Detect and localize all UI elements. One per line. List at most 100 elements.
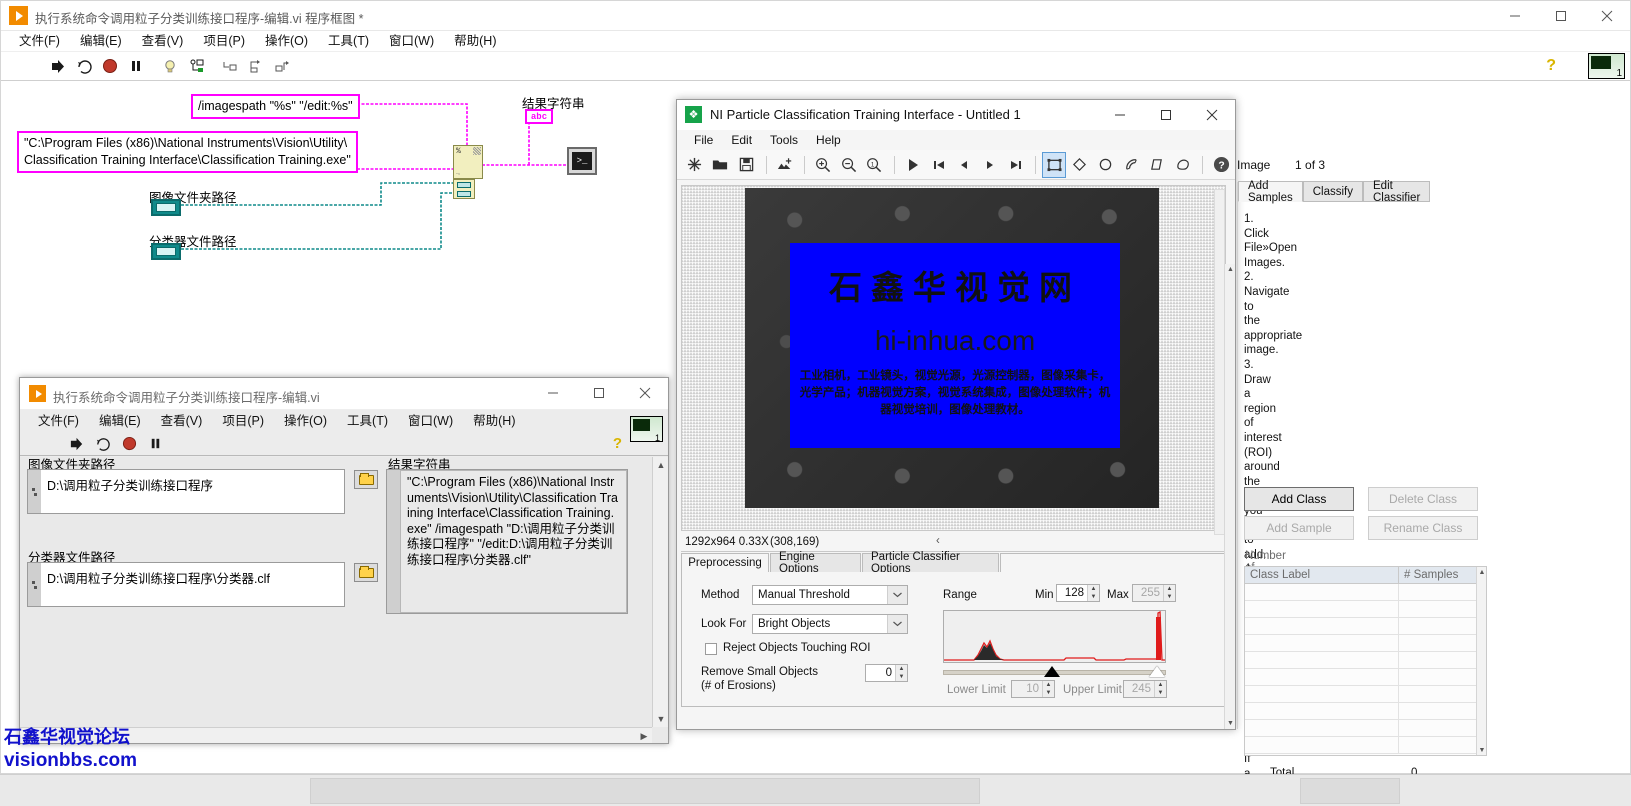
stepper-up-icon[interactable]: ▲ xyxy=(1155,681,1166,689)
format-into-string-node[interactable]: % ., xyxy=(453,145,483,179)
stepper-up-icon[interactable]: ▲ xyxy=(1043,681,1054,689)
samples-table[interactable]: Class Label # Samples ▲ ▼ xyxy=(1244,566,1487,756)
tab-preprocessing[interactable]: Preprocessing xyxy=(681,553,769,573)
abort-execution-icon[interactable] xyxy=(99,55,121,77)
classifier-browse-button[interactable] xyxy=(354,563,378,582)
scroll-right-icon[interactable]: ▶ xyxy=(636,728,652,744)
ni-window-vertical-scrollbar[interactable]: ▲ ▼ xyxy=(1224,264,1235,729)
stepper-down-icon[interactable]: ▼ xyxy=(1043,689,1054,697)
classifier-path-terminal[interactable] xyxy=(151,243,181,260)
stepper-down-icon[interactable]: ▼ xyxy=(1088,593,1099,601)
first-image-icon[interactable] xyxy=(927,152,951,178)
ni-menu-tools[interactable]: Tools xyxy=(761,130,807,150)
close-icon[interactable] xyxy=(1189,100,1235,130)
result-string-indicator[interactable]: "C:\Program Files (x86)\National Instrum… xyxy=(386,469,628,614)
classifier-path-control[interactable]: D:\调用粒子分类训练接口程序\分类器.clf xyxy=(27,562,345,607)
image-folder-path-terminal[interactable] xyxy=(151,199,181,216)
menu-help[interactable]: 帮助(H) xyxy=(444,31,506,52)
open-folder-icon[interactable] xyxy=(709,152,733,178)
stepper-down-icon[interactable]: ▼ xyxy=(896,673,907,681)
pause-icon[interactable] xyxy=(144,433,166,455)
upper-limit-stepper[interactable]: 245 ▲▼ xyxy=(1123,680,1167,698)
method-select[interactable]: Manual Threshold xyxy=(752,585,908,605)
highlight-execution-icon[interactable] xyxy=(159,55,181,77)
stepper-buttons[interactable]: ▲▼ xyxy=(1163,585,1175,601)
delete-class-button[interactable]: Delete Class xyxy=(1368,487,1478,511)
add-class-button[interactable]: Add Class xyxy=(1244,487,1354,511)
ni-menu-help[interactable]: Help xyxy=(807,130,850,150)
step-over-icon[interactable] xyxy=(245,55,267,77)
ni-menu-file[interactable]: File xyxy=(685,130,722,150)
scroll-up-icon[interactable]: ▲ xyxy=(1225,264,1236,275)
table-row[interactable] xyxy=(1245,584,1486,601)
lower-limit-value[interactable]: 10 xyxy=(1012,683,1042,695)
context-help-icon[interactable]: ? xyxy=(613,435,622,452)
roi-annulus-icon[interactable] xyxy=(1119,152,1143,178)
table-row[interactable] xyxy=(1245,618,1486,635)
format-node-inputs[interactable] xyxy=(453,179,475,199)
table-row[interactable] xyxy=(1245,686,1486,703)
maximize-icon[interactable] xyxy=(1143,100,1189,130)
menu-view[interactable]: 查看(V) xyxy=(132,31,194,52)
zoom-out-icon[interactable] xyxy=(837,152,861,178)
stepper-up-icon[interactable]: ▲ xyxy=(1088,585,1099,593)
min-threshold-stepper[interactable]: 128 ▲▼ xyxy=(1056,584,1100,602)
table-row[interactable] xyxy=(1245,737,1486,754)
minimize-icon[interactable] xyxy=(530,378,576,408)
scroll-up-icon[interactable]: ▲ xyxy=(653,457,669,473)
scroll-down-icon[interactable]: ▼ xyxy=(1477,745,1487,755)
remove-small-objects-stepper[interactable]: 0 ▲▼ xyxy=(865,664,908,682)
chevron-left-icon[interactable]: ‹ xyxy=(936,535,940,547)
run-continuously-icon[interactable] xyxy=(73,55,95,77)
fp-menu-operate[interactable]: 操作(O) xyxy=(274,410,337,432)
last-image-icon[interactable] xyxy=(1004,152,1028,178)
menu-file[interactable]: 文件(F) xyxy=(9,31,70,52)
rename-class-button[interactable]: Rename Class xyxy=(1368,516,1478,540)
maximize-icon[interactable] xyxy=(576,378,622,408)
run-icon[interactable] xyxy=(66,433,88,455)
fp-menu-tools[interactable]: 工具(T) xyxy=(337,410,398,432)
remove-small-objects-value[interactable]: 0 xyxy=(866,667,895,679)
taskbar-item-1[interactable] xyxy=(310,778,980,804)
context-help-icon[interactable]: ? xyxy=(1546,57,1556,75)
image-folder-path-control[interactable]: D:\调用粒子分类训练接口程序 xyxy=(27,469,345,514)
stepper-buttons[interactable]: ▲▼ xyxy=(1154,681,1166,697)
max-threshold-stepper[interactable]: 255 ▲▼ xyxy=(1132,584,1176,602)
scroll-up-icon[interactable]: ▲ xyxy=(1477,567,1487,577)
look-for-select[interactable]: Bright Objects xyxy=(752,614,908,634)
vi-icon[interactable]: 1 xyxy=(630,416,663,442)
save-icon[interactable] xyxy=(734,152,758,178)
step-out-icon[interactable] xyxy=(271,55,293,77)
fp-menu-help[interactable]: 帮助(H) xyxy=(463,410,525,432)
abort-execution-icon[interactable] xyxy=(118,433,140,455)
next-image-icon[interactable] xyxy=(978,152,1002,178)
fp-menu-edit[interactable]: 编辑(E) xyxy=(89,410,151,432)
format-string-constant[interactable]: /imagespath "%s" "/edit:%s" xyxy=(191,94,360,119)
system-exec-node[interactable]: >_ xyxy=(567,147,597,175)
tab-particle-classifier-options[interactable]: Particle Classifier Options xyxy=(862,553,999,573)
retain-wire-values-icon[interactable] xyxy=(185,55,207,77)
roi-freehand-icon[interactable] xyxy=(1171,152,1195,178)
maximize-icon[interactable] xyxy=(1538,1,1584,31)
ni-menu-edit[interactable]: Edit xyxy=(722,130,761,150)
roi-oval-icon[interactable] xyxy=(1094,152,1118,178)
minimize-icon[interactable] xyxy=(1492,1,1538,31)
upper-limit-value[interactable]: 245 xyxy=(1124,683,1154,695)
max-threshold-value[interactable]: 255 xyxy=(1133,587,1163,599)
min-threshold-value[interactable]: 128 xyxy=(1057,587,1087,599)
chevron-down-icon[interactable] xyxy=(887,586,907,604)
image-folder-path-value[interactable]: D:\调用粒子分类训练接口程序 xyxy=(41,470,344,513)
stepper-buttons[interactable]: ▲▼ xyxy=(1042,681,1054,697)
add-sample-button[interactable]: Add Sample xyxy=(1244,516,1354,540)
table-row[interactable] xyxy=(1245,703,1486,720)
zoom-1x-icon[interactable]: 1 xyxy=(863,152,887,178)
fp-menu-file[interactable]: 文件(F) xyxy=(28,410,89,432)
reject-objects-checkbox[interactable] xyxy=(705,643,717,655)
table-row[interactable] xyxy=(1245,601,1486,618)
run-continuously-icon[interactable] xyxy=(92,433,114,455)
menu-window[interactable]: 窗口(W) xyxy=(379,31,444,52)
stepper-up-icon[interactable]: ▲ xyxy=(1164,585,1175,593)
classifier-path-value[interactable]: D:\调用粒子分类训练接口程序\分类器.clf xyxy=(41,563,344,606)
close-icon[interactable] xyxy=(1584,1,1630,31)
table-row[interactable] xyxy=(1245,720,1486,737)
